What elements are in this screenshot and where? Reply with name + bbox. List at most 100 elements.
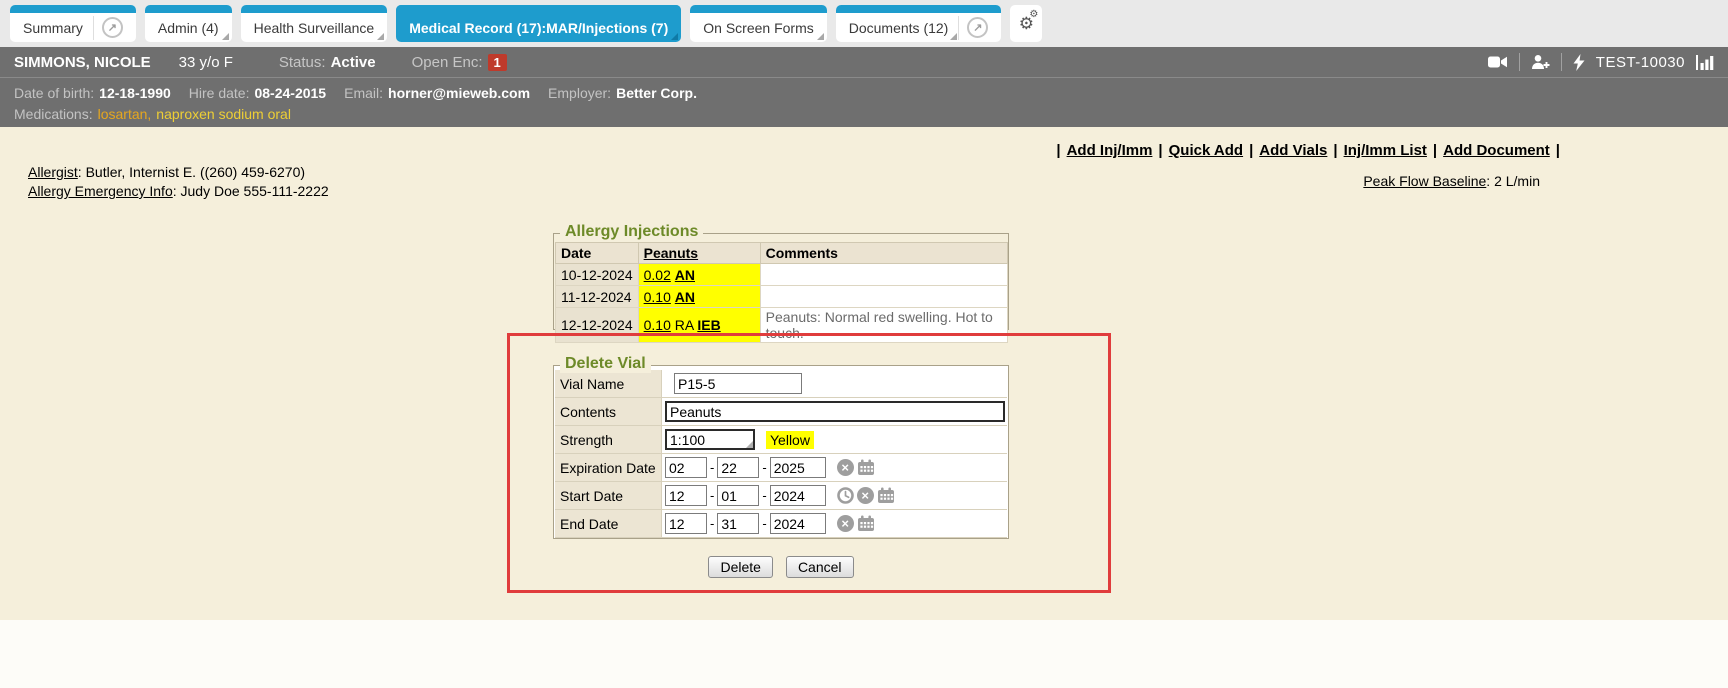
dose-link[interactable]: 0.02 (644, 267, 671, 283)
end-month-input[interactable] (665, 513, 707, 534)
quick-add-link[interactable]: Quick Add (1169, 142, 1243, 159)
link-separator: | (1056, 142, 1060, 159)
video-camera-icon[interactable] (1488, 55, 1508, 69)
demographics-line-1: Date of birth: 12-18-1990 Hire date: 08-… (14, 82, 1714, 103)
calendar-icon[interactable] (857, 459, 875, 476)
tab-medical-record[interactable]: Medical Record (17):MAR/Injections (7) (396, 5, 681, 42)
allergist-link[interactable]: Allergist (28, 164, 78, 180)
popout-icon[interactable]: ↗ (102, 17, 123, 38)
injection-comment: Peanuts: Normal red swelling. Hot to tou… (760, 308, 1007, 343)
table-row: 10-12-2024 0.02 AN (556, 264, 1008, 286)
tab-on-screen-forms-label: On Screen Forms (703, 20, 813, 36)
clock-icon[interactable] (837, 487, 854, 504)
allergy-injections-fieldset: Allergy Injections Date Peanuts Comments… (553, 233, 1009, 330)
expiration-date-row: Expiration Date - - × (555, 454, 1007, 482)
delete-vial-fieldset: Delete Vial Vial Name Contents Strength … (553, 365, 1009, 539)
tab-on-screen-forms[interactable]: On Screen Forms (690, 5, 826, 42)
reaction-code-plain: RA (675, 317, 694, 333)
patient-name: SIMMONS, NICOLE (14, 54, 151, 71)
clear-date-icon[interactable]: × (837, 459, 854, 476)
tab-summary[interactable]: Summary ↗ (10, 5, 136, 42)
injection-comment (760, 286, 1007, 308)
vial-name-input[interactable] (674, 373, 802, 394)
tab-admin[interactable]: Admin (4) (145, 5, 232, 42)
bar-chart-icon[interactable] (1696, 55, 1714, 70)
inj-imm-list-link[interactable]: Inj/Imm List (1344, 142, 1427, 159)
dose-link[interactable]: 0.10 (644, 289, 671, 305)
dose-link[interactable]: 0.10 (644, 317, 671, 333)
contents-row: Contents (555, 398, 1007, 426)
tab-admin-label: Admin (4) (158, 20, 219, 36)
tab-divider (958, 16, 959, 40)
clear-date-icon[interactable]: × (837, 515, 854, 532)
expiration-day-input[interactable] (717, 457, 759, 478)
peak-flow-baseline-link[interactable]: Peak Flow Baseline (1363, 173, 1486, 189)
page-footer-area (0, 620, 1728, 688)
end-day-input[interactable] (717, 513, 759, 534)
settings-button[interactable]: ⚙ ⚙ (1010, 5, 1042, 42)
date-separator: - (710, 460, 714, 475)
injection-date: 12-12-2024 (556, 308, 639, 343)
end-year-input[interactable] (770, 513, 826, 534)
gear-small-icon: ⚙ (1029, 10, 1038, 20)
tab-menu-fold-icon (817, 33, 824, 40)
injection-dose-cell: 0.02 AN (638, 264, 760, 286)
open-encounter-badge[interactable]: 1 (488, 54, 507, 71)
strength-input[interactable] (665, 429, 755, 450)
table-row: 11-12-2024 0.10 AN (556, 286, 1008, 308)
calendar-icon[interactable] (877, 487, 895, 504)
peanuts-header-link[interactable]: Peanuts (644, 245, 698, 261)
start-day-input[interactable] (717, 485, 759, 506)
contents-input[interactable] (665, 401, 1005, 422)
resize-grip-icon[interactable] (746, 441, 753, 448)
strength-label: Strength (555, 426, 662, 453)
add-person-icon[interactable] (1531, 54, 1550, 70)
demographics-line-2: Medications: losartan, naproxen sodium o… (14, 103, 1714, 124)
status-value: Active (331, 54, 376, 71)
medication-link-naproxen[interactable]: naproxen sodium oral (156, 106, 291, 122)
allergy-emergency-info-link[interactable]: Allergy Emergency Info (28, 183, 173, 199)
date-separator: - (710, 516, 714, 531)
reaction-code-link[interactable]: AN (675, 289, 695, 305)
main-content: Allergist: Butler, Internist E. ((260) 4… (0, 127, 1728, 620)
add-vials-link[interactable]: Add Vials (1259, 142, 1327, 159)
dob-label: Date of birth: (14, 85, 94, 101)
icon-divider (1519, 53, 1520, 71)
start-month-input[interactable] (665, 485, 707, 506)
reaction-code-link[interactable]: AN (675, 267, 695, 283)
add-inj-imm-link[interactable]: Add Inj/Imm (1067, 142, 1153, 159)
end-date-row: End Date - - × (555, 510, 1007, 538)
tab-documents-label: Documents (12) (849, 20, 949, 36)
expiration-date-label: Expiration Date (555, 454, 662, 481)
action-links-row: | Add Inj/Imm | Quick Add | Add Vials | … (1056, 142, 1560, 159)
allergy-contact-info: Allergist: Butler, Internist E. ((260) 4… (28, 163, 329, 201)
tab-health-surveillance[interactable]: Health Surveillance (241, 5, 388, 42)
link-separator: | (1556, 142, 1560, 159)
popout-icon[interactable]: ↗ (967, 17, 988, 38)
clear-date-icon[interactable]: × (857, 487, 874, 504)
expiration-month-input[interactable] (665, 457, 707, 478)
lightning-icon[interactable] (1573, 54, 1585, 71)
peanuts-column-header: Peanuts (638, 243, 760, 264)
start-year-input[interactable] (770, 485, 826, 506)
allergy-emergency-value: : Judy Doe 555-111-2222 (173, 183, 329, 199)
cancel-button[interactable]: Cancel (786, 556, 854, 578)
link-separator: | (1249, 142, 1253, 159)
expiration-year-input[interactable] (770, 457, 826, 478)
tab-documents[interactable]: Documents (12) ↗ (836, 5, 1002, 42)
add-document-link[interactable]: Add Document (1443, 142, 1550, 159)
tab-menu-fold-icon (671, 33, 678, 40)
tab-medical-record-label: Medical Record (17):MAR/Injections (7) (409, 20, 668, 36)
date-column-header: Date (556, 243, 639, 264)
tab-menu-fold-icon (222, 33, 229, 40)
delete-button[interactable]: Delete (708, 556, 772, 578)
tab-menu-fold-icon (377, 33, 384, 40)
tab-summary-label: Summary (23, 20, 83, 36)
table-header-row: Date Peanuts Comments (556, 243, 1008, 264)
reaction-code-link[interactable]: IEB (697, 317, 720, 333)
medication-link-losartan[interactable]: losartan (98, 106, 148, 122)
calendar-icon[interactable] (857, 515, 875, 532)
hire-date-label: Hire date: (189, 85, 250, 101)
dob-value: 12-18-1990 (99, 85, 171, 101)
employer-label: Employer: (548, 85, 611, 101)
